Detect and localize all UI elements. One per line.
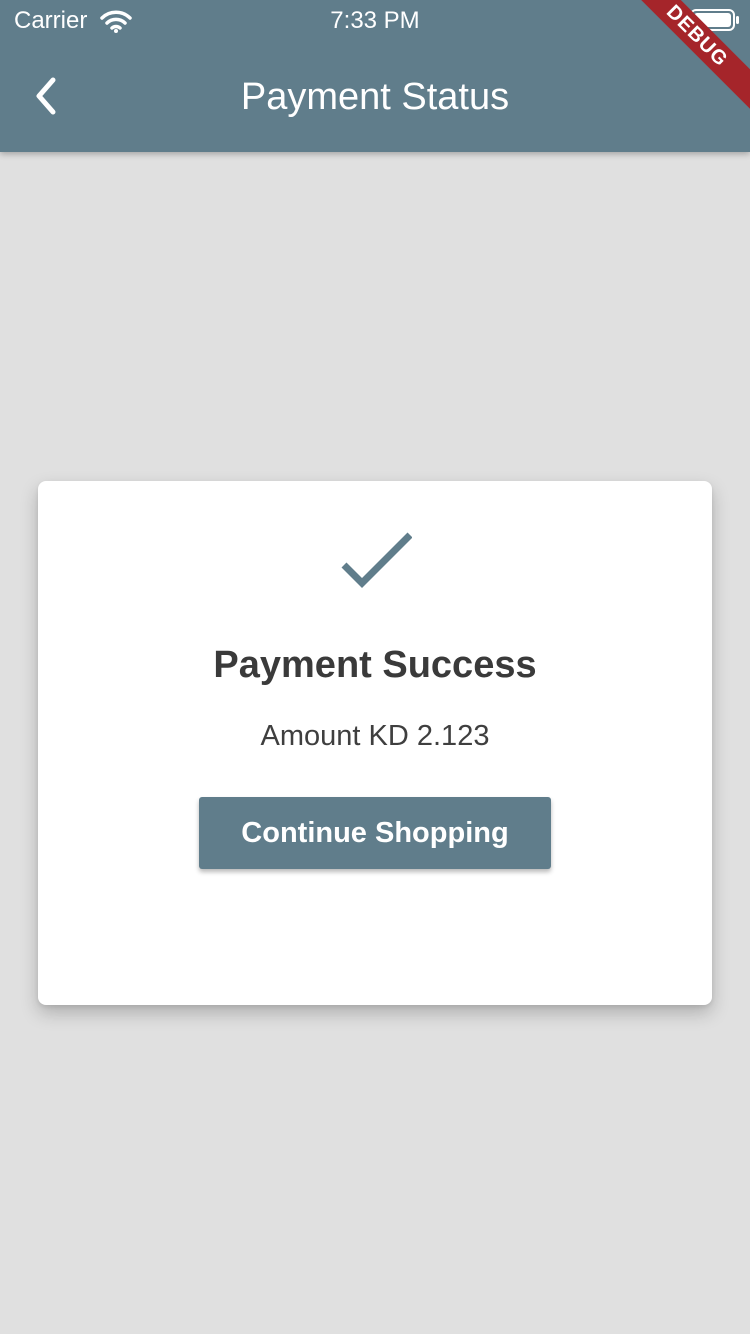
status-time: 7:33 PM [330,7,420,34]
payment-amount: Amount KD 2.123 [260,720,490,752]
check-icon [341,532,412,588]
payment-status-card: Payment Success Amount KD 2.123 Continue… [38,481,712,1005]
payment-success-title: Payment Success [213,644,537,686]
app-bar: Carrier 7:33 PM Payment Status [0,0,750,152]
page-title: Payment Status [240,76,510,118]
status-bar: Carrier 7:33 PM [0,0,750,40]
continue-shopping-button[interactable]: Continue Shopping [199,797,551,869]
